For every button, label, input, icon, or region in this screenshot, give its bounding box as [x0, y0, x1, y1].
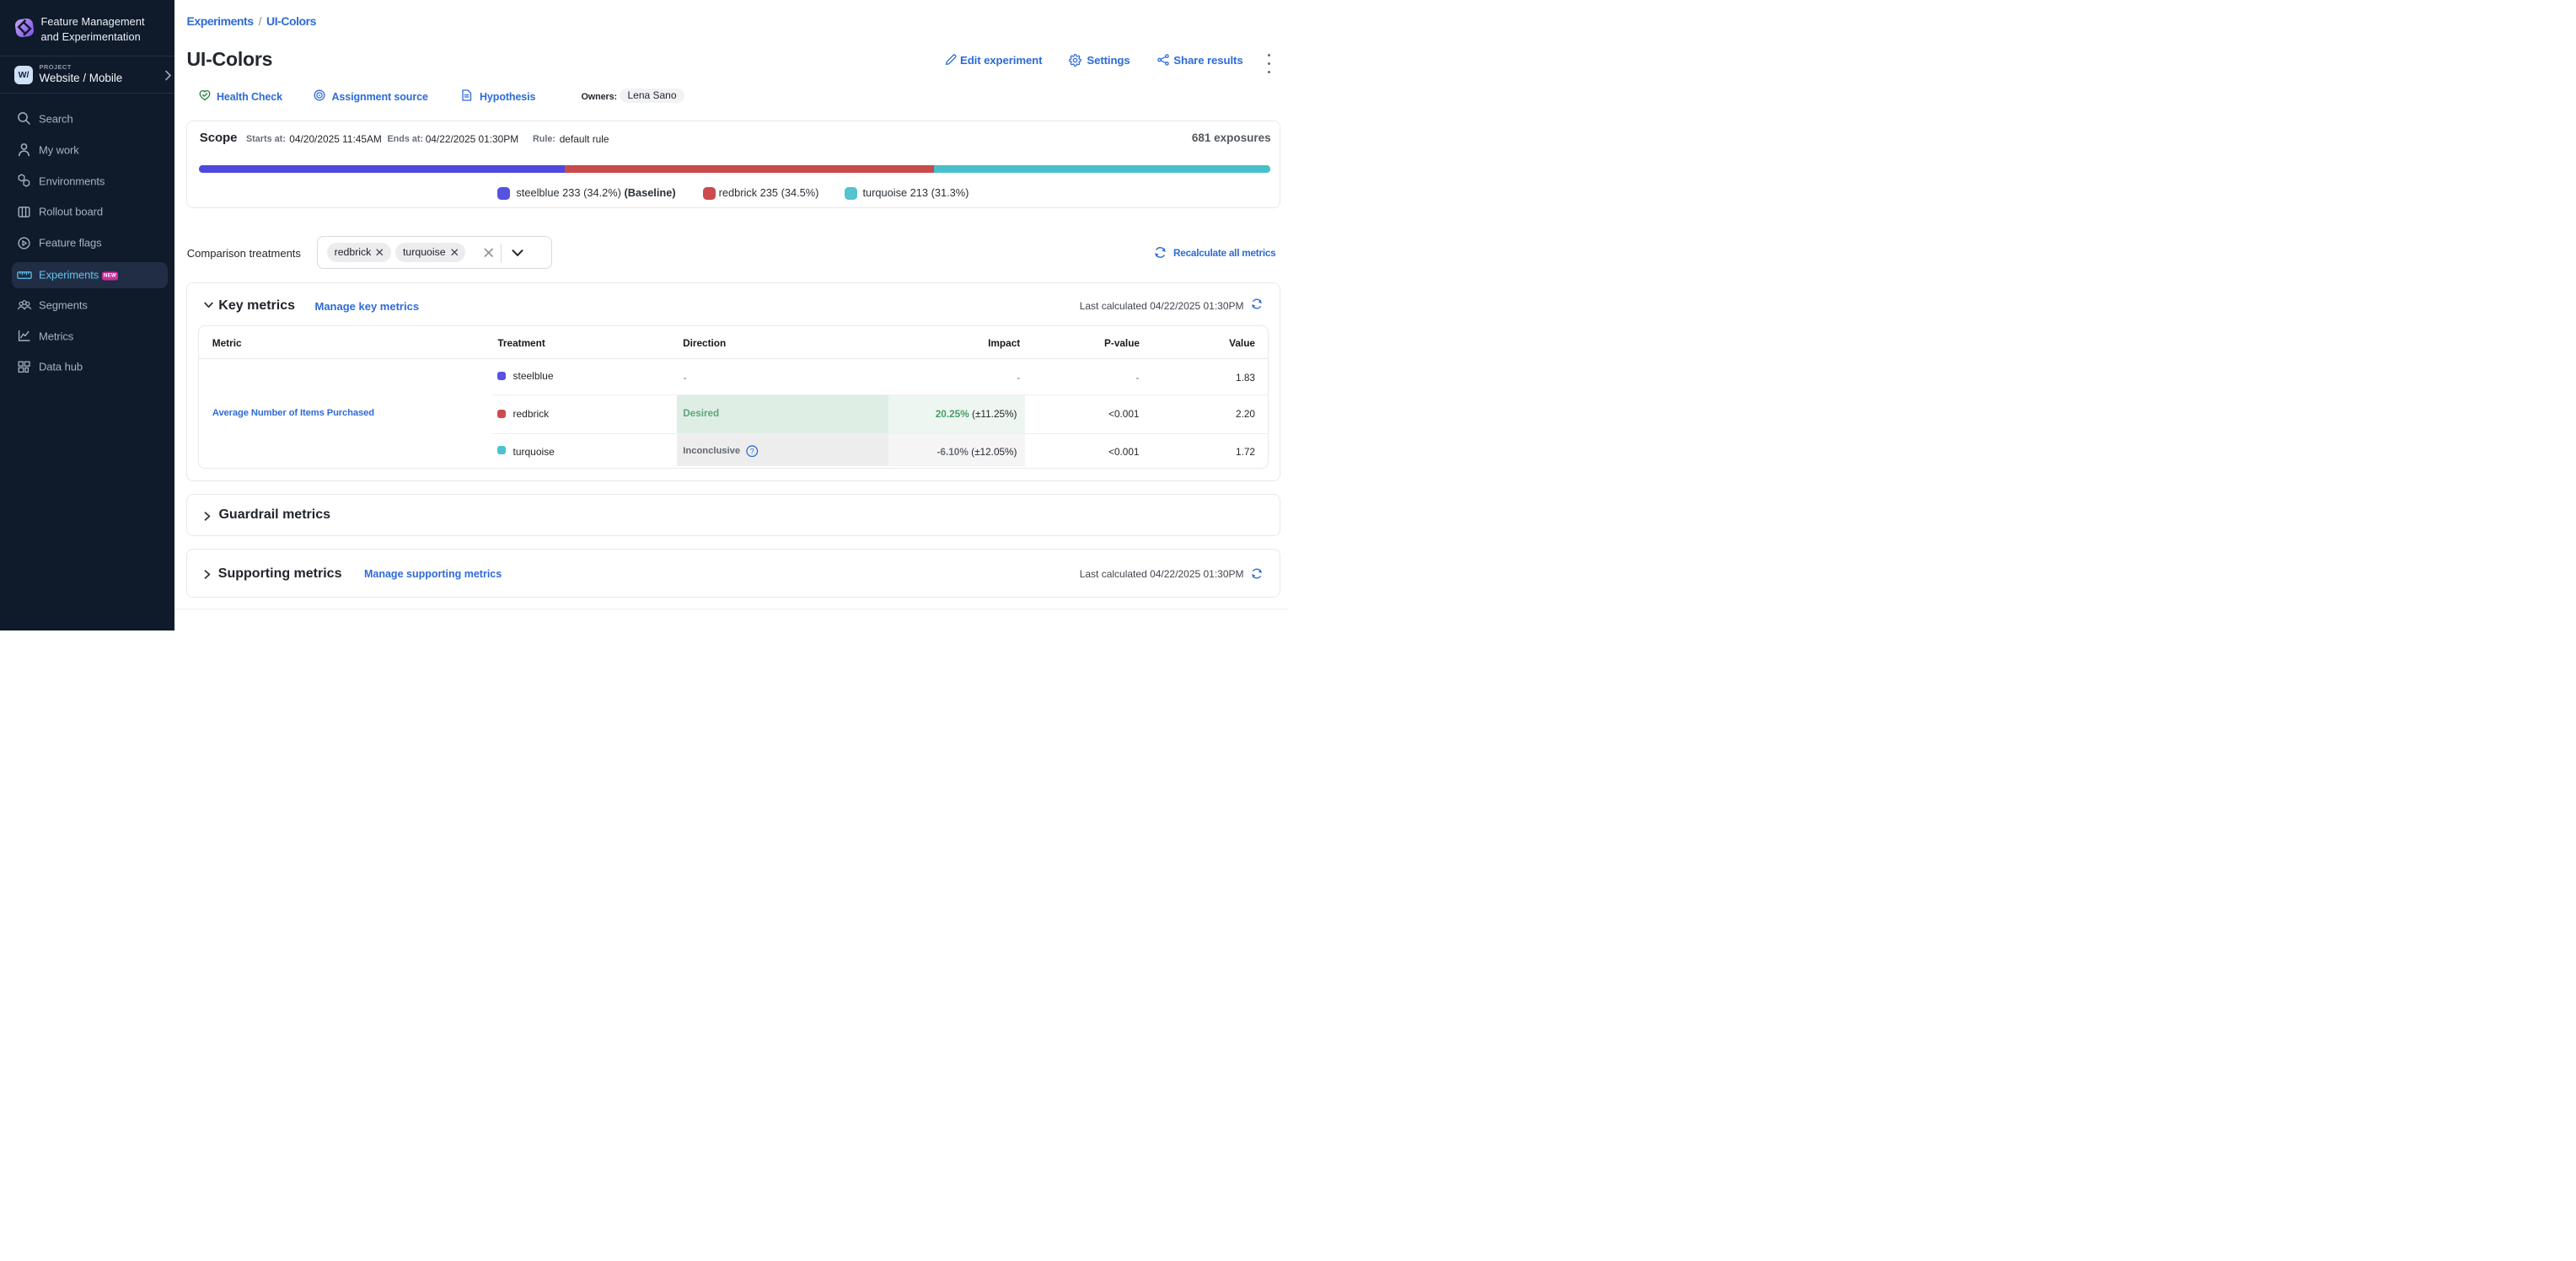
svg-text:?: ? [750, 447, 754, 455]
